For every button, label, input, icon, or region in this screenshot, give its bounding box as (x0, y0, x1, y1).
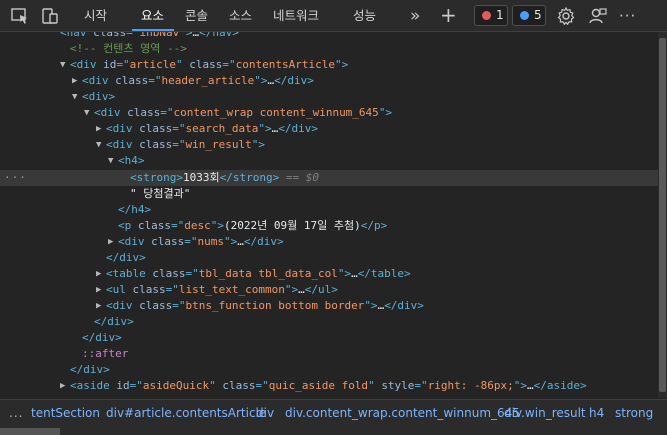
more-tabs-icon[interactable]: » (410, 0, 420, 31)
expanded-arrow-icon[interactable]: ▼ (96, 137, 101, 153)
collapsed-arrow-icon[interactable]: ▶ (96, 298, 101, 314)
tree-line-h4-close[interactable]: </h4> (0, 202, 658, 218)
breadcrumb-more-icon[interactable]: ... (9, 400, 23, 426)
add-tab-icon[interactable]: + (440, 0, 457, 30)
tree-line-nav[interactable]: <nav class= inbNav >…</nav> (0, 32, 658, 41)
gear-icon[interactable] (556, 6, 576, 26)
breadcrumb-item[interactable]: div.content_wrap.content_winnum_645 (285, 400, 520, 426)
tree-line-aside[interactable]: ▶ <aside id="asideQuick" class="quic_asi… (0, 378, 658, 394)
tab-performance[interactable]: 성능 (353, 0, 376, 31)
tab-network[interactable]: 네트워크 (273, 0, 319, 31)
collapsed-arrow-icon[interactable]: ▶ (72, 73, 77, 89)
issues-badge[interactable]: 5 (512, 5, 546, 26)
tree-line-nums[interactable]: ▶ <div class="nums">…</div> (0, 234, 658, 250)
tree-line-ul[interactable]: ▶ <ul class="list_text_common">…</ul> (0, 282, 658, 298)
tree-line-btns-function[interactable]: ▶ <div class="btns_function bottom borde… (0, 298, 658, 314)
tree-line-close[interactable]: </div> (0, 250, 658, 266)
collapsed-arrow-icon[interactable]: ▶ (96, 121, 101, 137)
tree-line-win-result[interactable]: ▼ <div class="win_result"> (0, 137, 658, 153)
expanded-arrow-icon[interactable]: ▼ (84, 105, 89, 121)
collapsed-arrow-icon[interactable]: ▶ (96, 282, 101, 298)
tree-line-content-wrap[interactable]: ▼ <div class="content_wrap content_winnu… (0, 105, 658, 121)
text-node: " 당첨결과" (130, 187, 191, 200)
tree-line-close[interactable]: </div> (0, 314, 658, 330)
tree-line-close[interactable]: </div> (0, 362, 658, 378)
expanded-arrow-icon[interactable]: ▼ (108, 153, 113, 169)
tree-line-p-desc[interactable]: <p class="desc">(2022년 09월 17일 추첨)</p> (0, 218, 658, 234)
tree-line-comment[interactable]: <!-- 컨텐츠 영역 --> (0, 41, 658, 57)
vertical-scrollbar[interactable] (658, 32, 667, 398)
dom-tree: <nav class= inbNav >…</nav> <!-- 컨텐츠 영역 … (0, 32, 658, 398)
tree-line-close[interactable]: </div> (0, 330, 658, 346)
expanded-arrow-icon[interactable]: ▼ (72, 89, 77, 105)
breadcrumb-item[interactable]: div.win_result (504, 400, 586, 426)
breadcrumb-item[interactable]: div (256, 400, 274, 426)
row-options-icon[interactable]: ··· (4, 170, 27, 186)
horizontal-scroll-track (0, 426, 667, 435)
devtools-toolbar: 시작 요소 콘솔 소스 네트워크 성능 » + 1 5 ··· (0, 0, 667, 32)
error-icon (482, 11, 491, 20)
breadcrumb-item[interactable]: h4 (589, 400, 604, 426)
tree-line-strong-selected[interactable]: ··· <strong>1033회</strong> == $0 (0, 170, 658, 186)
collapsed-arrow-icon[interactable]: ▶ (96, 266, 101, 282)
tree-line-div[interactable]: ▼ <div> (0, 89, 658, 105)
html-comment: <!-- 컨텐츠 영역 --> (70, 42, 187, 55)
expanded-arrow-icon[interactable]: ▼ (60, 57, 65, 73)
tab-sources[interactable]: 소스 (229, 0, 252, 31)
tree-line-text-node[interactable]: " 당첨결과" (0, 186, 658, 202)
horizontal-scrollbar-thumb[interactable] (0, 428, 60, 435)
breadcrumb-item[interactable]: tentSection (31, 400, 100, 426)
tree-line-after-pseudo[interactable]: ::after (0, 346, 658, 362)
inspect-icon[interactable] (10, 6, 30, 26)
tab-console[interactable]: 콘솔 (185, 0, 208, 31)
console-ref: == $0 (285, 171, 319, 184)
breadcrumb: ... tentSection div#article.contentsArti… (0, 399, 667, 426)
tree-line-h4[interactable]: ▼ <h4> (0, 153, 658, 169)
scrollbar-thumb[interactable] (659, 38, 666, 392)
collapsed-arrow-icon[interactable]: ▶ (108, 234, 113, 250)
issue-icon (520, 11, 529, 20)
feedback-icon[interactable] (588, 6, 608, 26)
tree-line-article[interactable]: ▼ <div id="article" class="contentsArtic… (0, 57, 658, 73)
tab-welcome[interactable]: 시작 (84, 0, 107, 31)
tree-line-search-data[interactable]: ▶ <div class="search_data">…</div> (0, 121, 658, 137)
after-pseudo-element: ::after (82, 347, 129, 360)
errors-count: 1 (496, 8, 504, 22)
tab-elements[interactable]: 요소 (141, 0, 164, 31)
breadcrumb-item[interactable]: strong (615, 400, 653, 426)
issues-count: 5 (534, 8, 542, 22)
collapsed-arrow-icon[interactable]: ▶ (60, 378, 65, 394)
device-emulation-icon[interactable] (40, 6, 60, 26)
tree-line-header-article[interactable]: ▶ <div class="header_article">…</div> (0, 73, 658, 89)
active-tab-indicator (132, 29, 174, 31)
tree-line-table[interactable]: ▶ <table class="tbl_data tbl_data_col">…… (0, 266, 658, 282)
more-menu-icon[interactable]: ··· (619, 0, 636, 31)
breadcrumb-item[interactable]: div#article.contentsArticle (106, 400, 266, 426)
draw-date-text: (2022년 09월 17일 추첨) (224, 219, 361, 232)
errors-badge[interactable]: 1 (474, 5, 508, 26)
strong-text: 1033회 (182, 171, 220, 184)
